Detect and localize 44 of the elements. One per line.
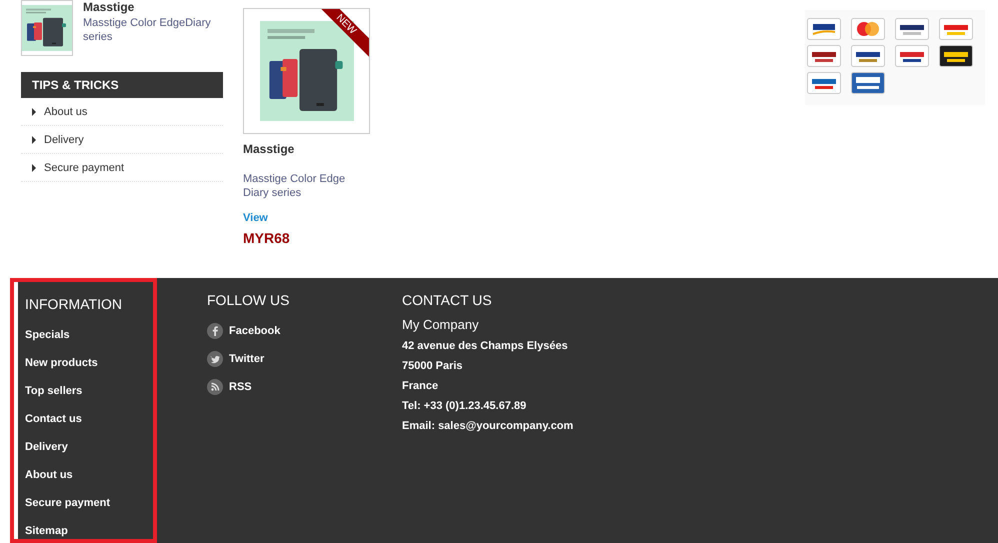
- social-link[interactable]: Facebook: [229, 325, 280, 337]
- footer-heading: CONTACT US: [402, 292, 493, 308]
- footer-link[interactable]: New products: [25, 349, 153, 377]
- footer-link[interactable]: Contact us: [25, 405, 153, 433]
- tips-link[interactable]: Delivery: [44, 134, 84, 146]
- social-link[interactable]: RSS: [229, 381, 252, 393]
- tips-link[interactable]: About us: [44, 106, 88, 118]
- caret-icon: [32, 164, 36, 172]
- footer-link[interactable]: Delivery: [25, 433, 153, 461]
- bird-icon[interactable]: [207, 351, 223, 367]
- product-title[interactable]: Masstige: [83, 0, 223, 14]
- footer-link[interactable]: About us: [25, 461, 153, 489]
- product-description: Masstige Color EdgeDiary series: [83, 16, 212, 44]
- bank-logo-icon: [939, 18, 973, 40]
- product-title[interactable]: Masstige: [243, 142, 370, 156]
- bank-logo-icon: [895, 18, 929, 40]
- tips-link[interactable]: Secure payment: [44, 162, 124, 174]
- social-link[interactable]: Twitter: [229, 353, 264, 365]
- footer-heading: INFORMATION: [25, 296, 123, 312]
- footer-heading: FOLLOW US: [207, 292, 290, 308]
- footer-link[interactable]: Sitemap: [25, 517, 153, 543]
- contact-line: Tel: +33 (0)1.23.45.67.89: [402, 399, 528, 414]
- bank-logo-icon: [895, 45, 929, 67]
- view-link[interactable]: View: [243, 212, 370, 224]
- footer-link[interactable]: Specials: [25, 321, 153, 349]
- contact-line: 42 avenue des Champs Elysées: [402, 339, 569, 354]
- contact-line: 75000 Paris: [402, 359, 464, 374]
- product-price: MYR68: [243, 230, 291, 246]
- rss-icon[interactable]: [207, 379, 223, 395]
- caret-icon: [32, 108, 36, 116]
- card-logo-icon: [851, 18, 885, 40]
- section-heading: TIPS & TRICKS: [21, 72, 223, 98]
- payment-logo-icon: [851, 45, 885, 67]
- footer-link[interactable]: Secure payment: [25, 489, 153, 517]
- contact-line: France: [402, 379, 440, 394]
- company-name: My Company: [402, 317, 480, 332]
- product-thumbnail[interactable]: [21, 0, 73, 56]
- caret-icon: [32, 136, 36, 144]
- contact-line: Email: sales@yourcompany.com: [402, 419, 574, 434]
- footer-link[interactable]: Top sellers: [25, 377, 153, 405]
- bank-logo-icon: [939, 45, 973, 67]
- product-description: Masstige Color Edge Diary series: [243, 172, 346, 200]
- facebook-icon[interactable]: [207, 323, 223, 339]
- cash-logo-icon: [851, 72, 885, 94]
